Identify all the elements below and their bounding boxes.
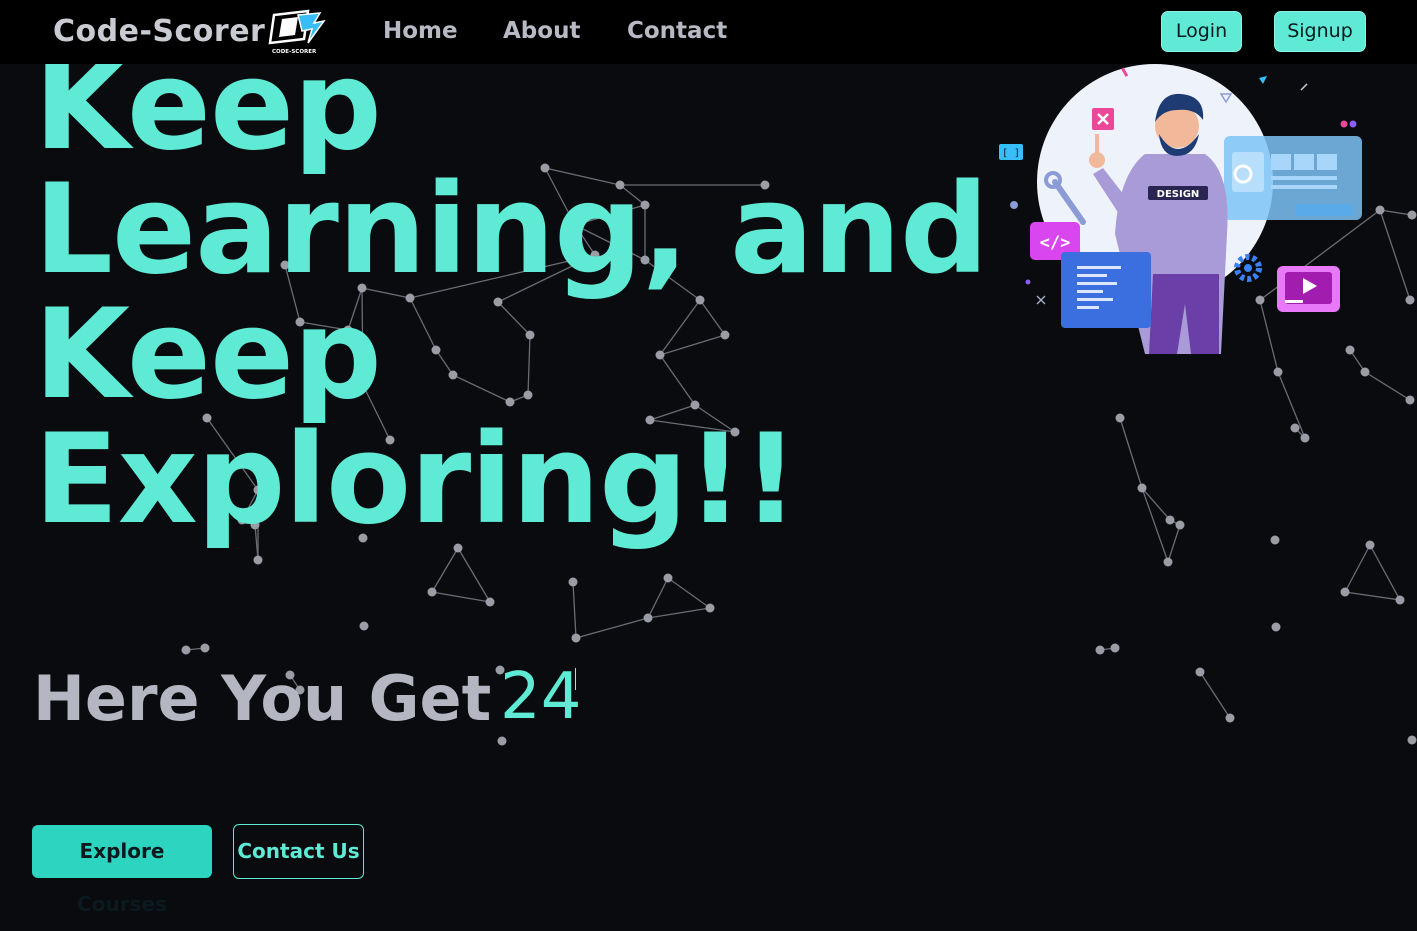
close-icon: [1092, 108, 1114, 130]
network-node: [1163, 557, 1173, 567]
navbar: Code-Scorer CODE-SCORER Home About Conta…: [0, 0, 1417, 64]
hero-headline-line-4: Exploring!!: [34, 408, 799, 552]
code-scorer-logo-icon[interactable]: CODE-SCORER: [268, 9, 326, 55]
brand-name[interactable]: Code-Scorer: [53, 14, 265, 49]
network-edge: [1369, 544, 1401, 601]
logo-caption: CODE-SCORER: [272, 49, 317, 55]
contact-us-button[interactable]: Contact Us: [233, 824, 364, 879]
network-node: [497, 736, 507, 746]
nav-link-contact[interactable]: Contact: [627, 18, 727, 44]
brackets-icon: [ ]: [999, 144, 1023, 160]
network-node: [1340, 587, 1350, 597]
network-edge: [409, 297, 437, 351]
network-node: [1375, 205, 1385, 215]
network-node: [1270, 535, 1280, 545]
network-node: [663, 573, 673, 583]
nav-link-about[interactable]: About: [503, 18, 580, 44]
network-edge: [527, 334, 531, 396]
network-node: [1165, 515, 1175, 525]
network-node: [1360, 367, 1370, 377]
network-edge: [647, 577, 669, 619]
network-edge: [1364, 371, 1411, 401]
network-node: [505, 397, 515, 407]
network-edge: [452, 374, 511, 403]
network-node: [1115, 413, 1125, 423]
network-edge: [667, 577, 711, 609]
network-edge: [1344, 544, 1371, 593]
hero-subheading: Here You Get: [33, 662, 492, 735]
login-button[interactable]: Login: [1161, 11, 1242, 52]
network-edge: [1379, 209, 1413, 216]
network-node: [1365, 540, 1375, 550]
signup-button[interactable]: Signup: [1274, 11, 1366, 52]
hero-headline-line-2: Learning, and: [34, 158, 989, 302]
network-node: [431, 345, 441, 355]
network-edge: [659, 354, 696, 406]
network-node: [1395, 595, 1405, 605]
typed-text: 24: [500, 660, 582, 734]
network-edge: [1167, 524, 1181, 563]
network-node: [1273, 367, 1283, 377]
network-edge: [1119, 417, 1143, 489]
network-node: [1175, 520, 1185, 530]
illustration-badge-text: DESIGN: [1157, 189, 1200, 200]
network-node: [655, 350, 665, 360]
network-edge: [431, 591, 491, 603]
gear-icon: [1234, 254, 1262, 282]
network-edge: [1379, 209, 1411, 301]
network-node: [1407, 735, 1417, 745]
network-edge: [1141, 487, 1171, 521]
svg-text:[ ]: [ ]: [1002, 148, 1020, 159]
network-edge: [699, 299, 726, 336]
network-edge: [647, 607, 711, 619]
network-edge: [659, 334, 726, 356]
network-edge: [431, 547, 459, 593]
network-node: [568, 577, 578, 587]
network-node: [427, 587, 437, 597]
network-node: [1095, 645, 1105, 655]
network-node: [720, 330, 730, 340]
network-node: [523, 390, 533, 400]
typing-caret: [575, 668, 576, 690]
network-node: [1137, 483, 1147, 493]
network-edge: [457, 547, 491, 603]
hero-illustration: [ ] DESIGN </>: [999, 64, 1362, 354]
network-edge: [1344, 591, 1401, 601]
network-node: [1405, 295, 1415, 305]
network-node: [643, 613, 653, 623]
network-edge: [1141, 487, 1169, 563]
network-edge: [497, 301, 531, 336]
play-icon: [1277, 266, 1340, 312]
network-node: [1271, 622, 1281, 632]
explore-courses-button[interactable]: Explore Courses: [32, 825, 212, 916]
network-node: [705, 603, 715, 613]
nav-link-home[interactable]: Home: [383, 18, 458, 44]
network-node: [1407, 210, 1417, 220]
network-node: [181, 645, 191, 655]
network-edge: [1199, 671, 1231, 719]
svg-text:</>: </>: [1040, 233, 1071, 253]
network-node: [1110, 643, 1120, 653]
network-node: [448, 370, 458, 380]
network-edge: [572, 581, 577, 639]
network-node: [571, 633, 581, 643]
network-node: [485, 597, 495, 607]
network-node: [253, 555, 263, 565]
network-node: [200, 643, 210, 653]
network-node: [1195, 667, 1205, 677]
network-edge: [575, 617, 649, 639]
network-node: [1405, 395, 1415, 405]
network-edge: [659, 299, 701, 356]
network-node: [525, 330, 535, 340]
network-edge: [435, 349, 454, 376]
network-node: [1300, 433, 1310, 443]
network-node: [1225, 713, 1235, 723]
network-node: [1290, 423, 1300, 433]
hero-headline-line-3: Keep: [34, 283, 382, 427]
network-node: [359, 621, 369, 631]
